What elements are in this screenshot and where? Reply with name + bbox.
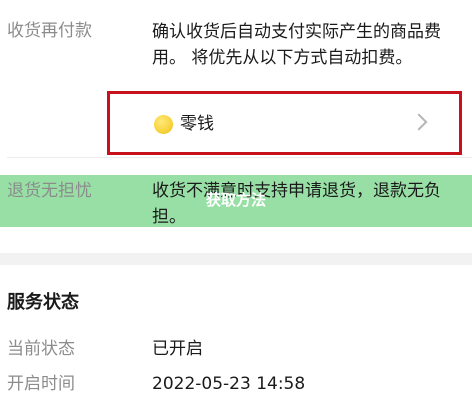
payment-method-selector[interactable]: 零钱 [107,91,462,155]
row-divider [7,157,472,158]
current-status-value: 已开启 [152,339,203,359]
pay-after-receipt-label: 收货再付款 [7,21,92,41]
enabled-time-value: 2022-05-23 14:58 [152,374,306,394]
payment-method-label: 零钱 [180,114,214,134]
service-status-title: 服务状态 [7,292,79,313]
coin-icon [154,115,173,134]
pay-after-receipt-description: 确认收货后自动支付实际产生的商品费用。 将优先从以下方式自动扣费。 [152,22,441,68]
overlay-banner-text[interactable]: 获取方法 [0,190,472,210]
section-gap [0,253,472,265]
current-status-label: 当前状态 [7,339,75,359]
chevron-right-icon [410,113,428,131]
enabled-time-label: 开启时间 [7,374,75,394]
